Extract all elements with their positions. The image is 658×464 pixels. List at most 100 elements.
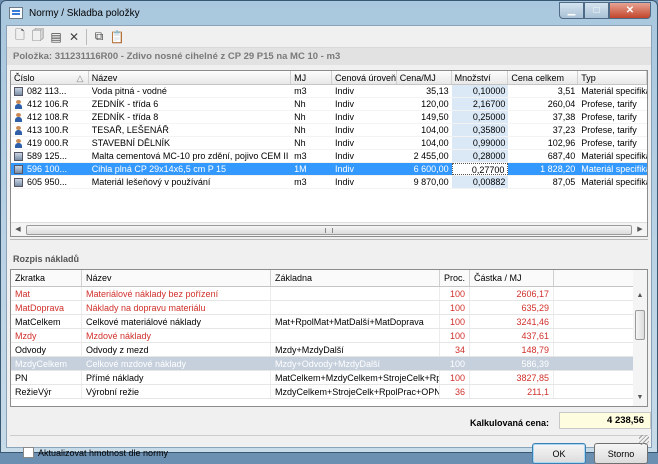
cell-mnozstvi[interactable]: 0,28000 [451,150,509,162]
table-row[interactable]: Mzdy Mzdové náklady 100 437,61 [11,329,647,343]
table-row[interactable]: MzdyCelkem Celkové mzdové náklady Mzdy+Odv… [11,357,647,371]
col-header-mnozstvi[interactable]: Množství [452,71,509,84]
cell-mnozstvi[interactable]: 0,25000 [451,111,509,123]
grip-icon [325,228,333,233]
col-header-castka[interactable]: Částka / MJ [470,270,554,286]
cell-castka: 586,39 [470,357,554,370]
col-header-typ[interactable]: Typ [578,71,647,84]
col-header-celkem[interactable]: Cena celkem [508,71,579,84]
table-row[interactable]: RežieVýr Výrobní režie MzdyCelkem+StrojeCe… [11,385,647,399]
cell-castka: 437,61 [470,329,554,342]
horizontal-scrollbar[interactable]: ◀ ▶ [11,222,647,236]
grid-header: Zkratka Název Základna Proc. Částka / MJ [11,270,647,287]
cell-zakladna [271,301,440,314]
item-label: Položka: [13,51,53,62]
toolbar-separator [86,28,87,45]
cell-nazev: Odvody z mezd [82,343,271,356]
cell-celkem: 260,04 [547,99,576,109]
cell-nazev: Náklady na dopravu materiálu [82,301,271,314]
cell-mnozstvi[interactable]: 2,16700 [451,98,509,110]
table-row[interactable]: 412 106.R ZEDNÍK - třída 6 Nh Indiv 120,00 2,… [11,98,647,111]
cell-mnozstvi[interactable]: 0,35800 [451,124,509,136]
calculated-price-label: Kalkulovaná cena: [470,418,550,428]
scroll-right-icon[interactable]: ▶ [633,224,647,236]
cell-castka: 211,1 [470,385,554,398]
table-row[interactable]: Odvody Odvody z mezd Mzdy+MzdyDalší 34 148,7… [11,343,647,357]
cell-cislo: 412 108.R [11,111,89,123]
cell-zkratka: PN [11,371,82,384]
cell-zkratka: RežieVýr [11,385,82,398]
table-row[interactable]: 413 100.R TESAŘ, LEŠENÁŘ Nh Indiv 104,00 0,35… [11,124,647,137]
scrollbar-thumb[interactable] [26,225,632,235]
table-row[interactable]: 082 113... Voda pitná - vodné m3 Indiv 35,13… [11,85,647,98]
cell-zkratka: Odvody [11,343,82,356]
new-doc-icon[interactable]: 🗋 [11,28,29,46]
close-button[interactable]: ✕ [609,2,651,19]
norm-components-grid[interactable]: Číslo △ Název MJ Cenová úroveň Cena/MJ Mn… [10,70,648,237]
delete-icon[interactable]: ✕ [65,28,83,46]
cell-castka: 2606,17 [470,287,554,300]
cell-mnozstvi[interactable]: 0,27700 [451,163,509,175]
cell-cislo: 412 106.R [11,98,89,110]
col-header-nazev[interactable]: Název [82,270,271,286]
table-row[interactable]: MatDoprava Náklady na dopravu materiálu 10… [11,301,647,315]
cell-nazev: Výrobní režie [82,385,271,398]
dialog-client: 🗋 🗍 ▤ ✕ ⧉ 📋 Položka: 311231116R00 - Zdiv… [6,25,652,464]
col-header-zkratka[interactable]: Zkratka [11,270,82,286]
table-row[interactable]: PN Přímé náklady MatCelkem+MzdyCelkem+Stro… [11,371,647,385]
sort-asc-icon: △ [76,73,84,83]
cell-cena: 2 455,00 [413,151,449,161]
col-header-cena[interactable]: Cena/MJ [397,71,452,84]
table-row[interactable]: 589 125... Malta cementová MC-10 pro zděn… [11,150,647,163]
table-row[interactable]: MatCelkem Celkové materiálové náklady Mat+… [11,315,647,329]
col-header-mj[interactable]: MJ [291,71,332,84]
cell-zkratka: MzdyCelkem [11,357,82,370]
col-header-cislo[interactable]: Číslo △ [11,71,89,84]
scroll-left-icon[interactable]: ◀ [11,224,25,236]
col-header-nazev[interactable]: Název [89,71,292,84]
cell-typ: Profese, tarify [581,138,637,148]
title-bar[interactable]: Normy / Skladba položky ▁ □ ✕ [1,1,657,25]
cell-nazev: Přímé náklady [82,371,271,384]
resize-grip[interactable] [639,435,649,445]
cell-proc: 100 [440,357,470,370]
vertical-scrollbar[interactable]: ▲ ▼ [633,270,647,406]
col-header-zakladna[interactable]: Základna [271,270,440,286]
cancel-button[interactable]: Storno [594,443,648,464]
grid-body: 082 113... Voda pitná - vodné m3 Indiv 35,13… [11,85,647,189]
scroll-up-icon[interactable]: ▲ [633,290,647,302]
cell-celkem: 102,96 [547,138,576,148]
minimize-button[interactable]: ▁ [559,2,584,19]
paste-icon[interactable]: 📋 [108,28,126,46]
copy-doc-icon[interactable]: 🗍 [29,28,47,46]
table-row[interactable]: 419 000.R STAVEBNÍ DĚLNÍK Nh Indiv 104,00 0,9… [11,137,647,150]
copy-icon[interactable]: ⧉ [90,28,108,46]
cell-mnozstvi[interactable]: 0,99000 [451,137,509,149]
cell-uroven: Indiv [334,125,354,135]
material-icon [14,165,23,174]
cell-mj: Nh [294,138,306,148]
cell-uroven: Indiv [334,112,354,122]
cell-typ: Materiál specifikace [581,151,647,161]
table-row[interactable]: Mat Materiálové náklady bez pořízení 100 26… [11,287,647,301]
cell-mnozstvi[interactable]: 0,00882 [451,176,509,188]
scrollbar-thumb[interactable] [635,310,645,340]
cell-cena: 104,00 [421,138,449,148]
col-header-uroven[interactable]: Cenová úroveň [332,71,397,84]
cell-cena: 120,00 [421,99,449,109]
properties-icon[interactable]: ▤ [47,28,65,46]
splitter[interactable] [10,239,648,242]
cell-typ: Profese, tarify [581,99,637,109]
cell-nazev: Cihla plná CP 29x14x6,5 cm P 15 [91,164,227,174]
item-header: Položka: 311231116R00 - Zdivo nosné cihe… [7,48,651,65]
col-header-proc[interactable]: Proc. [440,270,470,286]
cell-nazev: ZEDNÍK - třída 8 [91,112,159,122]
ok-button[interactable]: OK [532,443,586,464]
table-row[interactable]: 596 100... Cihla plná CP 29x14x6,5 cm P 1… [11,163,647,176]
table-row[interactable]: 605 950... Materiál lešeňový v používání m… [11,176,647,189]
cost-breakdown-grid[interactable]: Zkratka Název Základna Proc. Částka / MJ… [10,269,648,407]
maximize-button[interactable]: □ [584,2,609,19]
table-row[interactable]: 412 108.R ZEDNÍK - třída 8 Nh Indiv 149,50 0,… [11,111,647,124]
cell-mnozstvi[interactable]: 0,10000 [451,85,509,97]
scroll-down-icon[interactable]: ▼ [633,392,647,404]
